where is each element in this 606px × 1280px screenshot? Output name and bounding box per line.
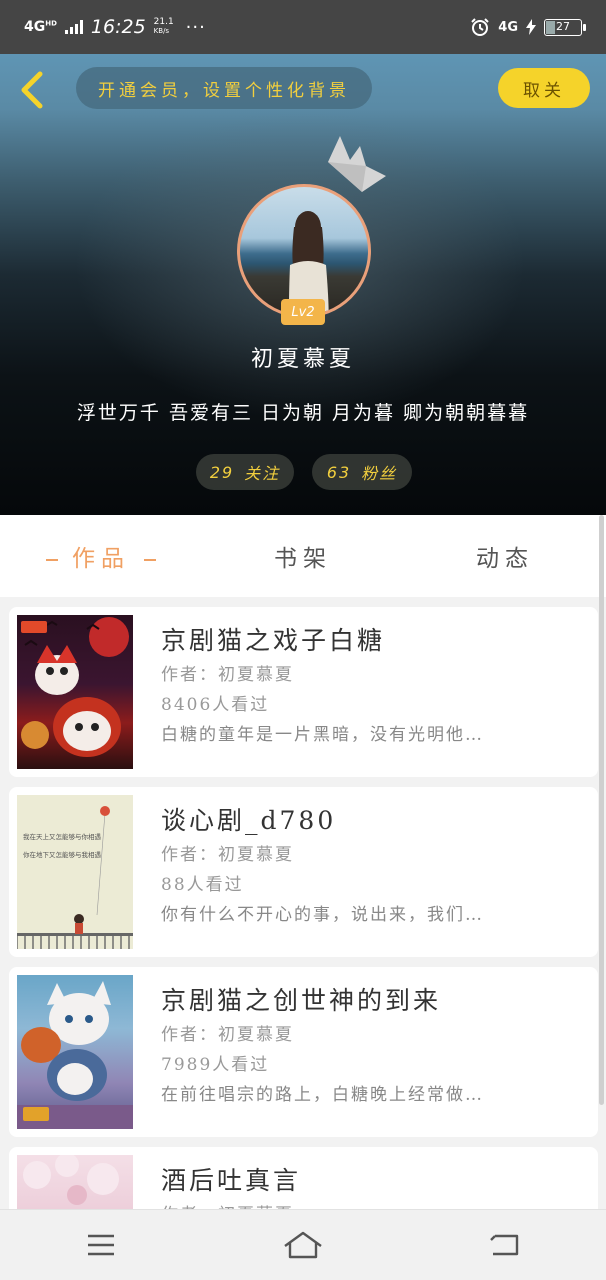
charging-icon (526, 19, 536, 35)
menu-button[interactable] (71, 1220, 131, 1270)
cover-art: 我在天上又怎能够与你相遇 你在地下又怎能够与我相遇 (17, 806, 133, 949)
more-notifications-icon: ··· (185, 16, 206, 38)
profile-header: 开通会员，设置个性化背景 取关 Lv2 初夏慕夏 浮世万千 吾爱有三 日为朝 月… (0, 54, 606, 515)
work-info: 京剧猫之戏子白糖 作者：初夏慕夏 8406人看过 白糖的童年是一片黑暗，没有光明… (161, 621, 591, 747)
status-bar: 4GHD 16:25 21.1 KB/s ··· 4G 27 (0, 0, 606, 54)
home-icon (284, 1231, 322, 1259)
list-item[interactable]: 京剧猫之创世神的到来 作者：初夏慕夏 7989人看过 在前往唱宗的路上，白糖晚上… (9, 967, 598, 1137)
tab-bookshelf[interactable]: 书架 (202, 539, 404, 573)
chevron-left-icon (21, 71, 43, 109)
work-description: 白糖的童年是一片黑暗，没有光明他… (161, 725, 484, 745)
tab-works[interactable]: 作品 (0, 539, 202, 573)
back-arrow-icon (490, 1234, 519, 1256)
work-description: 在前往唱宗的路上，白糖晚上经常做… (161, 1085, 484, 1105)
tab-activity[interactable]: 动态 (404, 539, 606, 573)
work-author: 作者：初夏慕夏 (161, 1025, 294, 1045)
alarm-icon (471, 18, 489, 36)
network-4g-indicator: 4G (498, 19, 518, 35)
back-button[interactable] (14, 70, 50, 110)
cover-image (17, 975, 133, 1129)
vip-background-banner[interactable]: 开通会员，设置个性化背景 (76, 67, 372, 109)
fans-label: 粉丝 (361, 464, 398, 483)
work-info: 谈心剧_d780 作者：初夏慕夏 88人看过 你有什么不开心的事，说出来，我们… (161, 801, 591, 927)
cover-art (17, 981, 133, 1129)
network-type: 4GHD (24, 19, 57, 35)
crown-icon (328, 136, 386, 192)
fans-count[interactable]: 63 粉丝 (312, 454, 412, 490)
level-badge: Lv2 (281, 299, 325, 325)
work-title: 京剧猫之戏子白糖 (161, 626, 386, 655)
svg-text:你在地下又怎能够与我相遇: 你在地下又怎能够与我相遇 (23, 850, 102, 859)
status-right: 4G 27 (470, 17, 586, 37)
user-signature: 浮世万千 吾爱有三 日为朝 月为暮 卿为朝朝暮暮 (76, 402, 530, 424)
fans-number: 63 (326, 462, 352, 482)
back-nav-button[interactable] (475, 1220, 535, 1270)
following-count[interactable]: 29 关注 (196, 454, 294, 490)
cover-image (17, 615, 133, 769)
cover-image: 我在天上又怎能够与你相遇 你在地下又怎能够与我相遇 (17, 795, 133, 949)
profile-tabs: 作品 书架 动态 (0, 515, 606, 597)
following-number: 29 (209, 462, 235, 482)
cover-art (21, 617, 129, 757)
unfollow-button[interactable]: 取关 (498, 68, 590, 108)
work-title: 京剧猫之创世神的到来 (161, 986, 442, 1015)
work-info: 京剧猫之创世神的到来 作者：初夏慕夏 7989人看过 在前往唱宗的路上，白糖晚上… (161, 981, 591, 1107)
list-item[interactable]: 我在天上又怎能够与你相遇 你在地下又怎能够与我相遇 谈心剧_d780 作者：初夏… (9, 787, 598, 957)
menu-icon (88, 1234, 114, 1256)
list-item[interactable]: 京剧猫之戏子白糖 作者：初夏慕夏 8406人看过 白糖的童年是一片黑暗，没有光明… (9, 607, 598, 777)
work-views: 8406人看过 (161, 695, 270, 715)
avatar[interactable] (237, 184, 371, 318)
net-speed: 21.1 KB/s (153, 17, 174, 36)
home-button[interactable] (273, 1220, 333, 1270)
work-author: 作者：初夏慕夏 (161, 665, 294, 685)
status-left: 4GHD 16:25 21.1 KB/s ··· (24, 16, 206, 38)
signal-icon (64, 20, 83, 34)
username: 初夏慕夏 (250, 347, 355, 372)
svg-text:我在天上又怎能够与你相遇: 我在天上又怎能够与你相遇 (23, 832, 102, 841)
work-title: 谈心剧_d780 (161, 806, 337, 835)
scrollbar[interactable] (599, 515, 604, 1105)
battery-icon: 27 (544, 18, 586, 36)
work-description: 你有什么不开心的事，说出来，我们… (161, 905, 484, 925)
work-title: 酒后吐真言 (161, 1166, 302, 1195)
work-views: 7989人看过 (161, 1055, 270, 1075)
following-label: 关注 (244, 464, 281, 483)
work-views: 88人看过 (161, 875, 244, 895)
clock: 16:25 (90, 16, 146, 38)
works-list: 京剧猫之戏子白糖 作者：初夏慕夏 8406人看过 白糖的童年是一片黑暗，没有光明… (9, 607, 598, 1280)
work-author: 作者：初夏慕夏 (161, 845, 294, 865)
system-nav-bar (0, 1209, 606, 1280)
